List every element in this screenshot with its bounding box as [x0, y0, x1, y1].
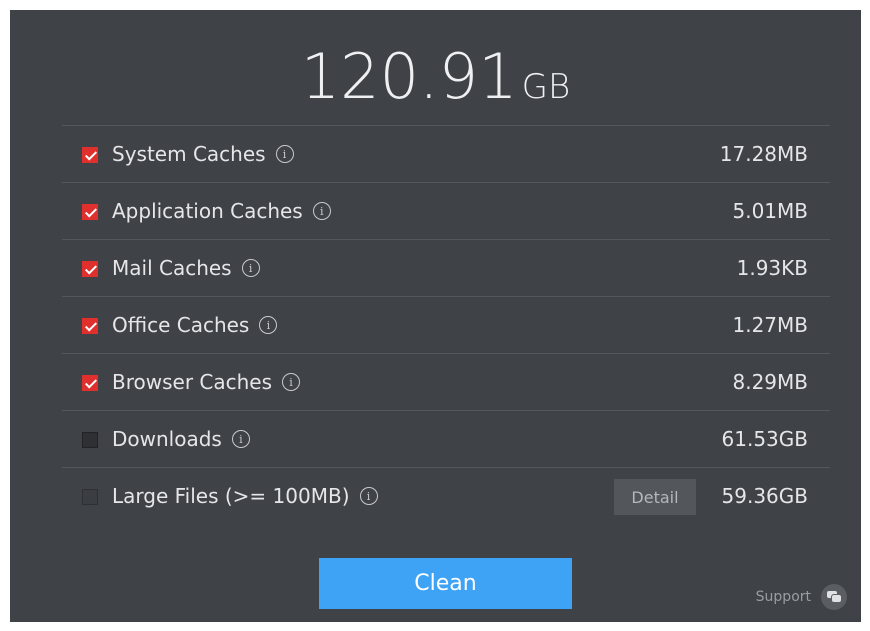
- list-item-system-caches: System Caches i 17.28MB: [62, 125, 830, 182]
- office-caches-label: Office Caches: [112, 313, 250, 337]
- browser-caches-size: 8.29MB: [732, 370, 808, 394]
- browser-caches-checkbox[interactable]: [82, 375, 98, 391]
- large-files-checkbox[interactable]: [82, 489, 98, 505]
- total-size-value: 120.91: [300, 40, 518, 113]
- large-files-size: 59.36GB: [721, 484, 808, 508]
- mail-caches-size: 1.93KB: [736, 256, 808, 280]
- info-icon[interactable]: i: [312, 202, 331, 220]
- mail-caches-label: Mail Caches: [112, 256, 232, 280]
- downloads-label: Downloads: [112, 427, 222, 451]
- cleaner-panel: 120.91 GB System Caches i 17.28MB Applicat…: [10, 10, 861, 622]
- clean-button[interactable]: Clean: [319, 558, 572, 609]
- system-caches-checkbox[interactable]: [82, 147, 98, 163]
- application-caches-label: Application Caches: [112, 199, 303, 223]
- list-item-mail-caches: Mail Caches i 1.93KB: [62, 239, 830, 296]
- total-size: 120.91 GB: [10, 40, 861, 113]
- support-link[interactable]: Support: [756, 584, 847, 610]
- list-item-downloads: Downloads i 61.53GB: [62, 410, 830, 467]
- system-caches-label: System Caches: [112, 142, 266, 166]
- office-caches-checkbox[interactable]: [82, 318, 98, 334]
- info-icon[interactable]: i: [231, 430, 250, 448]
- browser-caches-label: Browser Caches: [112, 370, 273, 394]
- list-item-large-files: Large Files (>= 100MB) i Detail 59.36GB: [62, 467, 830, 524]
- mail-caches-checkbox[interactable]: [82, 261, 98, 277]
- detail-button[interactable]: Detail: [614, 479, 696, 515]
- info-icon[interactable]: i: [282, 373, 301, 391]
- downloads-size: 61.53GB: [721, 427, 808, 451]
- chat-bubbles-icon[interactable]: [821, 584, 847, 610]
- list-item-browser-caches: Browser Caches i 8.29MB: [62, 353, 830, 410]
- office-caches-size: 1.27MB: [732, 313, 808, 337]
- info-icon[interactable]: i: [259, 316, 278, 334]
- application-caches-checkbox[interactable]: [82, 204, 98, 220]
- list-item-application-caches: Application Caches i 5.01MB: [62, 182, 830, 239]
- cache-list: System Caches i 17.28MB Application Cache…: [62, 125, 830, 524]
- support-label: Support: [755, 589, 811, 605]
- total-size-unit: GB: [521, 67, 571, 107]
- info-icon[interactable]: i: [241, 259, 260, 277]
- list-item-office-caches: Office Caches i 1.27MB: [62, 296, 830, 353]
- application-caches-size: 5.01MB: [732, 199, 808, 223]
- info-icon[interactable]: i: [275, 145, 294, 163]
- info-icon[interactable]: i: [359, 487, 378, 505]
- large-files-label: Large Files (>= 100MB): [112, 484, 350, 508]
- system-caches-size: 17.28MB: [719, 142, 808, 166]
- downloads-checkbox[interactable]: [82, 432, 98, 448]
